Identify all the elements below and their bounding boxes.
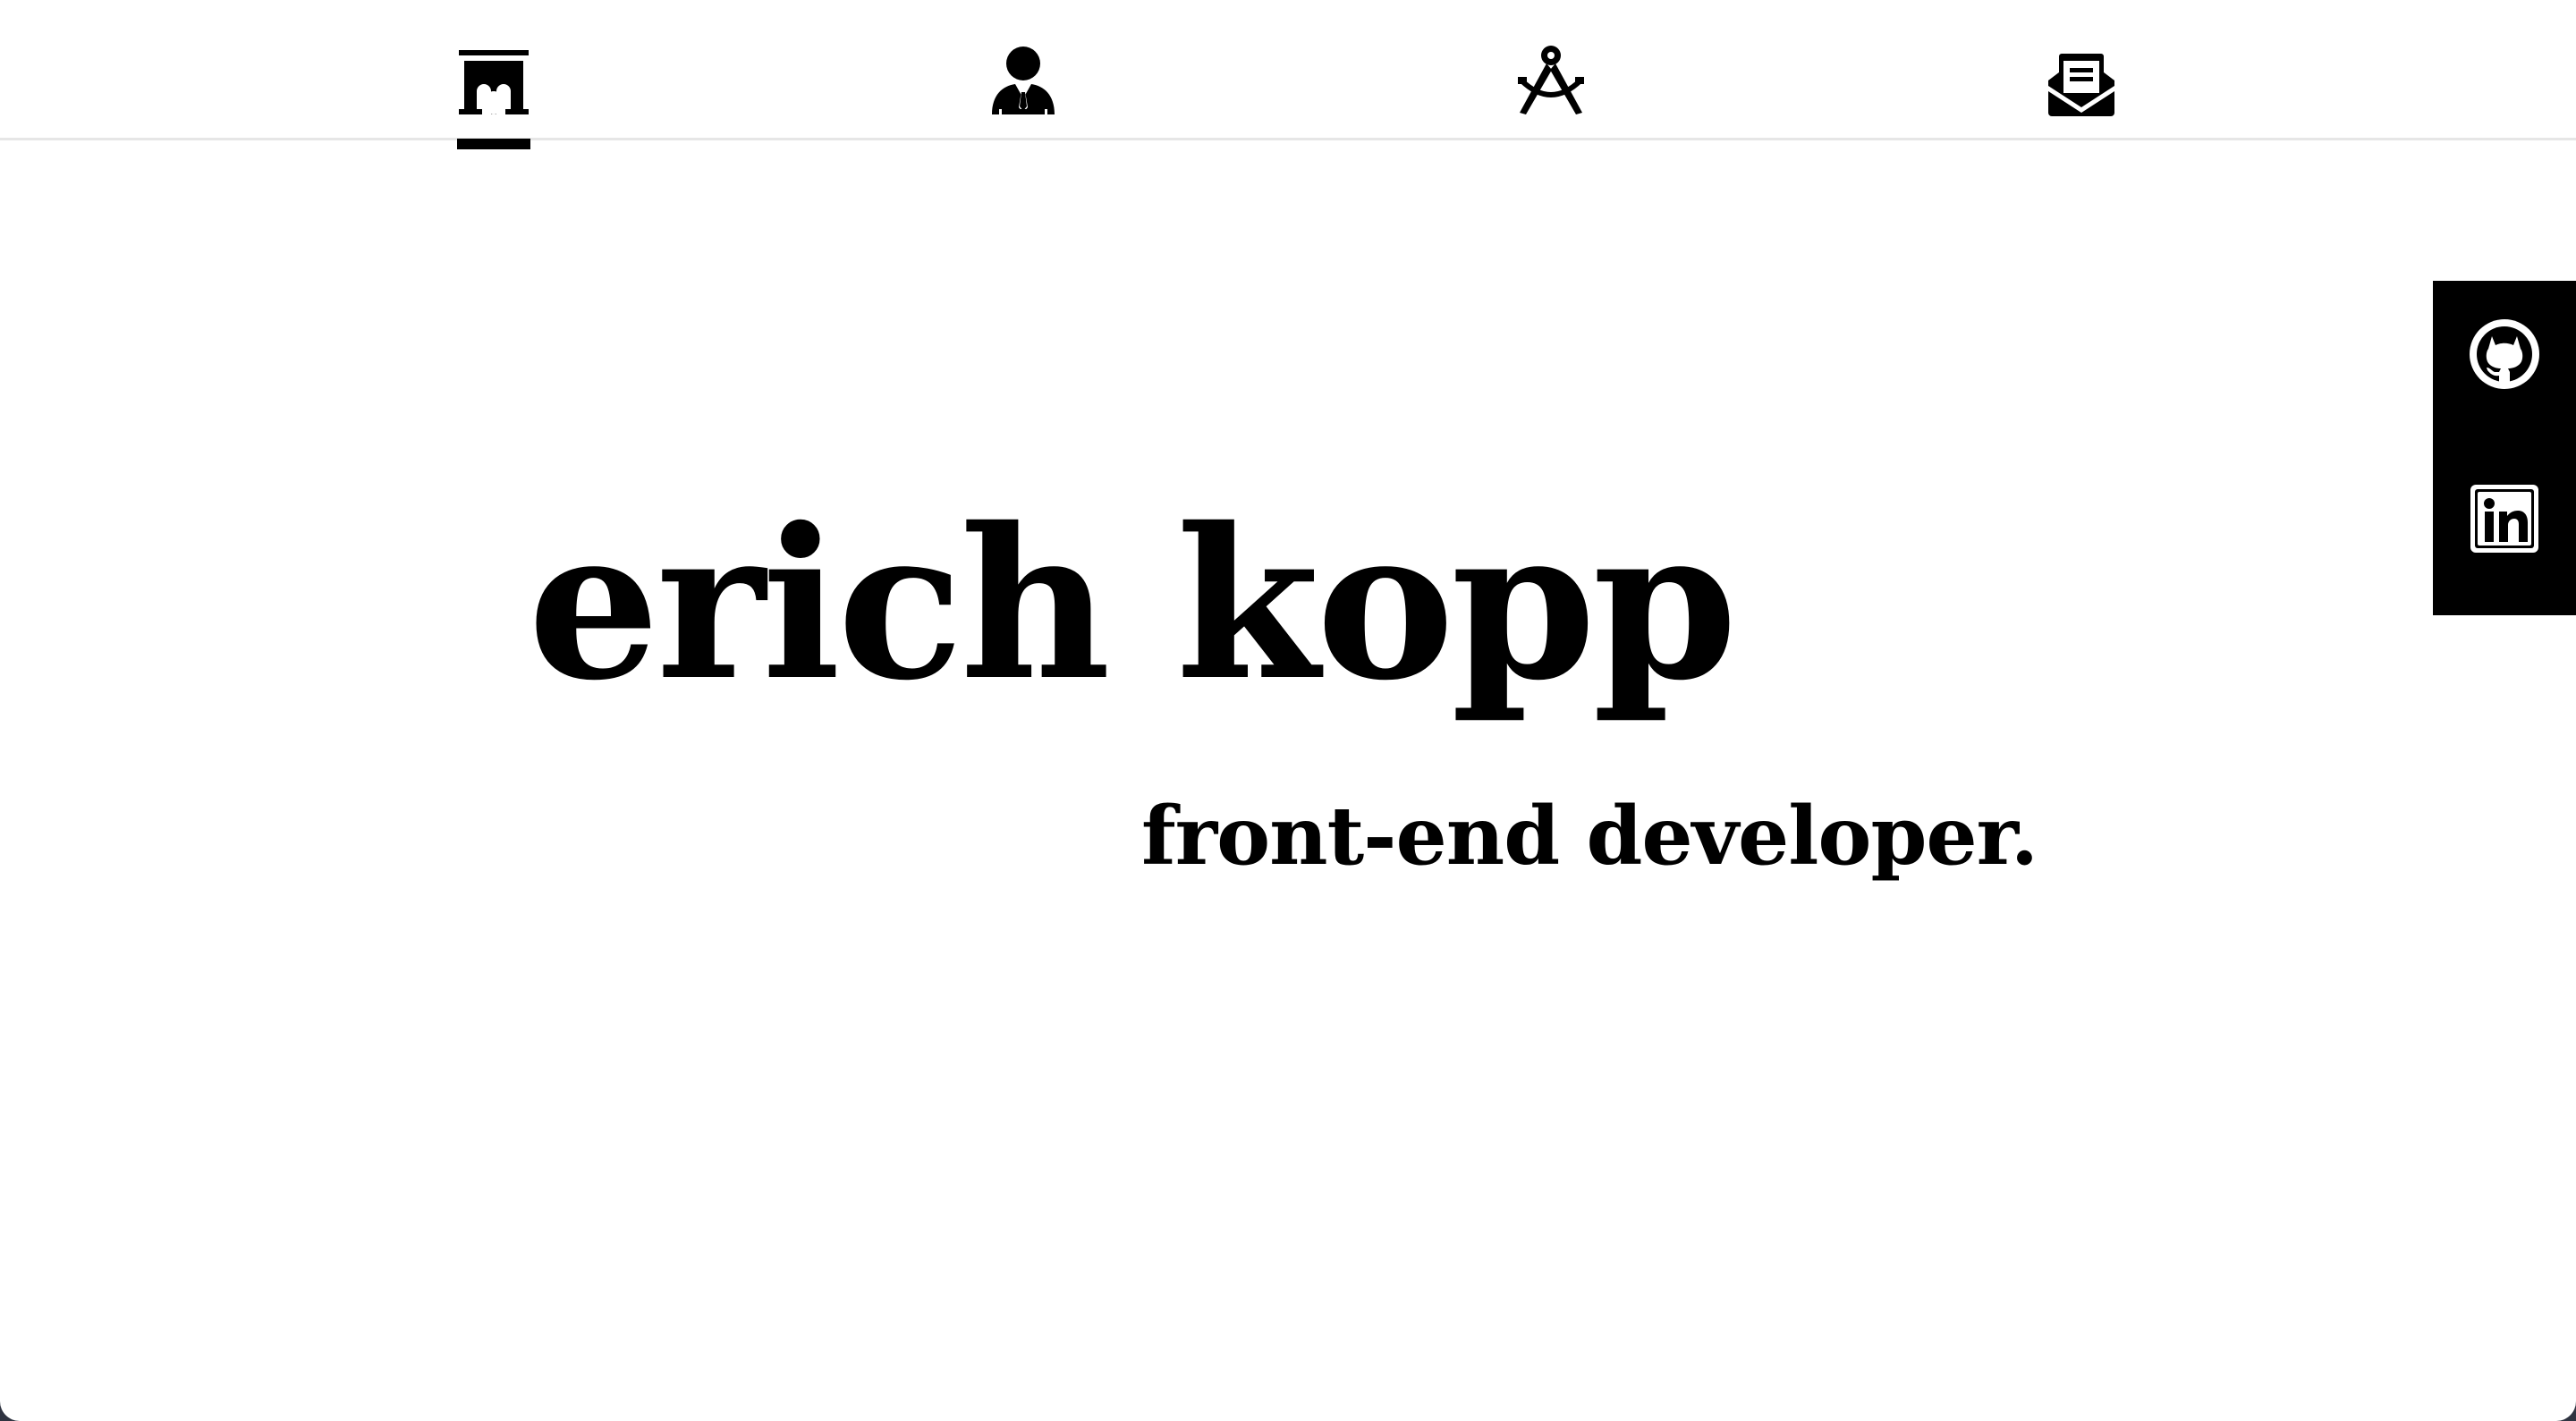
drafting-compass-icon bbox=[1502, 36, 1600, 125]
linkedin-link[interactable] bbox=[2467, 483, 2542, 558]
arch-icon bbox=[445, 36, 543, 125]
top-nav bbox=[0, 0, 2576, 149]
social-bar bbox=[2433, 281, 2576, 615]
hero-name: erich kopp bbox=[528, 482, 1738, 726]
nav-item-projects[interactable] bbox=[1502, 36, 1600, 134]
linkedin-icon bbox=[2467, 481, 2542, 561]
nav-item-contact[interactable] bbox=[2032, 36, 2131, 134]
github-icon bbox=[2467, 317, 2542, 396]
page: erich kopp front-end developer. bbox=[0, 0, 2576, 1421]
hero-role: front-end developer. bbox=[1141, 789, 2038, 884]
envelope-letter-icon bbox=[2032, 36, 2131, 125]
person-suit-icon bbox=[974, 36, 1072, 125]
nav-item-about[interactable] bbox=[974, 36, 1072, 134]
github-link[interactable] bbox=[2467, 318, 2542, 393]
nav-item-home[interactable] bbox=[445, 36, 543, 134]
active-tab-indicator bbox=[457, 139, 530, 149]
